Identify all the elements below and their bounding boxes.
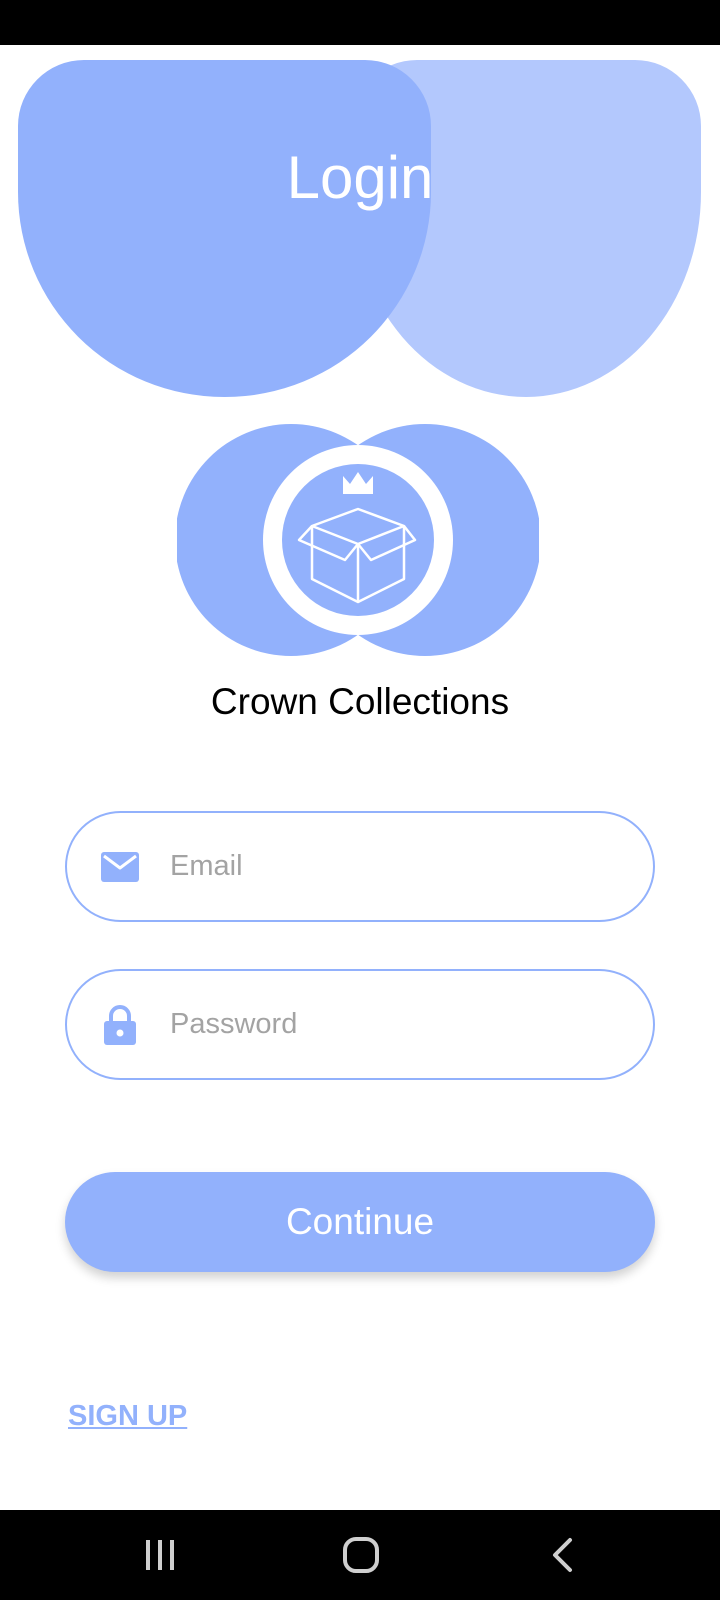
email-field[interactable] [65, 811, 655, 922]
brand-name: Crown Collections [210, 681, 510, 722]
header-blob-main [18, 60, 431, 397]
back-button[interactable] [532, 1528, 592, 1582]
mail-icon [100, 847, 140, 887]
status-bar [0, 0, 720, 45]
signup-link[interactable]: SIGN UP [68, 1400, 187, 1433]
navigation-bar [0, 1510, 720, 1600]
recents-icon [146, 1540, 174, 1570]
lock-icon [100, 1004, 140, 1045]
back-icon [553, 1538, 572, 1572]
password-field[interactable] [65, 969, 655, 1080]
email-input[interactable] [170, 813, 630, 920]
page-title: Login [286, 144, 434, 211]
brand-logo [175, 424, 541, 656]
home-icon [343, 1537, 379, 1573]
home-button[interactable] [331, 1528, 391, 1582]
header: Login [0, 45, 720, 405]
password-input[interactable] [170, 971, 630, 1078]
recents-button[interactable] [130, 1528, 190, 1582]
continue-button[interactable]: Continue [65, 1172, 655, 1272]
